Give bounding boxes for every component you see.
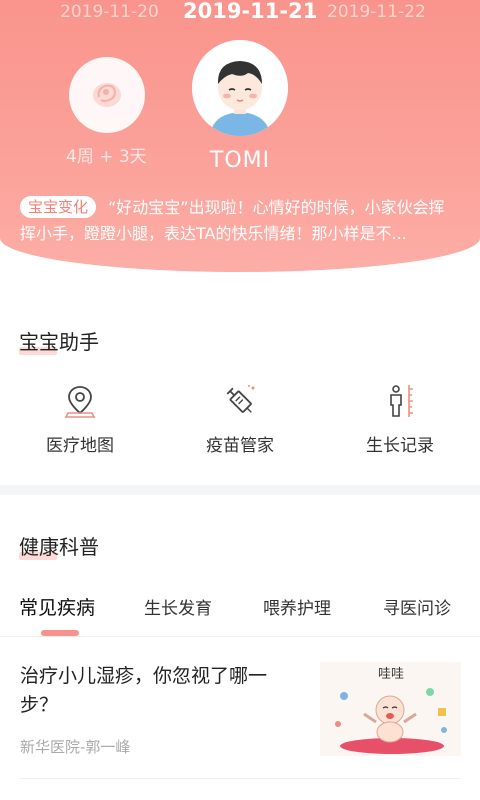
tab-divider: [0, 636, 480, 637]
article-card[interactable]: 治疗小儿湿疹，你忽视了哪一步？ 新华医院-郭一峰 哇哇: [0, 648, 480, 768]
article-title: 治疗小儿湿疹，你忽视了哪一步？: [20, 665, 268, 716]
map-pin-icon: [64, 386, 96, 418]
article-source: 新华医院-郭一峰: [20, 738, 131, 756]
health-title: 健康科普: [19, 535, 99, 559]
medical-map-button[interactable]: 医疗地图: [20, 383, 140, 456]
gestation-age: 4周 + 3天: [66, 147, 147, 167]
baby-name: TOMI: [209, 148, 271, 173]
date-current: 2019-11-21: [183, 0, 318, 23]
vaccine-manager-button[interactable]: 疫苗管家: [180, 383, 300, 456]
thumb-caption: 哇哇: [378, 667, 404, 682]
vaccine-manager-label: 疫苗管家: [206, 436, 274, 456]
height-ruler-icon: [390, 385, 413, 417]
baby-change-tag: 宝宝变化: [20, 196, 97, 218]
tab-growth[interactable]: 生长发育: [144, 594, 212, 619]
embryo-image[interactable]: [69, 57, 145, 133]
embryo-icon: [93, 83, 121, 107]
baby-avatar-icon: [192, 40, 288, 136]
article-thumbnail: 哇哇: [320, 662, 461, 756]
tab-find-doctor[interactable]: 寻医问诊: [383, 594, 451, 619]
avatar[interactable]: [192, 40, 288, 136]
tab-feeding-care[interactable]: 喂养护理: [263, 594, 331, 619]
article-divider: [20, 778, 460, 779]
growth-record-label: 生长记录: [366, 436, 434, 456]
growth-record-button[interactable]: 生长记录: [340, 383, 460, 456]
tab-common-diseases[interactable]: 常见疾病: [19, 593, 95, 620]
medical-map-label: 医疗地图: [46, 436, 114, 456]
date-next[interactable]: 2019-11-22: [327, 2, 426, 22]
syringe-icon: [226, 385, 255, 413]
crying-baby-illustration: 哇哇: [320, 662, 461, 756]
health-section-title: 健康科普: [19, 531, 99, 560]
date-prev[interactable]: 2019-11-20: [60, 2, 159, 22]
assistant-title: 宝宝助手: [19, 330, 99, 354]
pregnancy-header: 2019-11-20 2019-11-21 2019-11-22 4周 + 3天…: [0, 0, 480, 272]
section-divider: [0, 485, 480, 495]
assistant-section-title: 宝宝助手: [19, 326, 99, 355]
